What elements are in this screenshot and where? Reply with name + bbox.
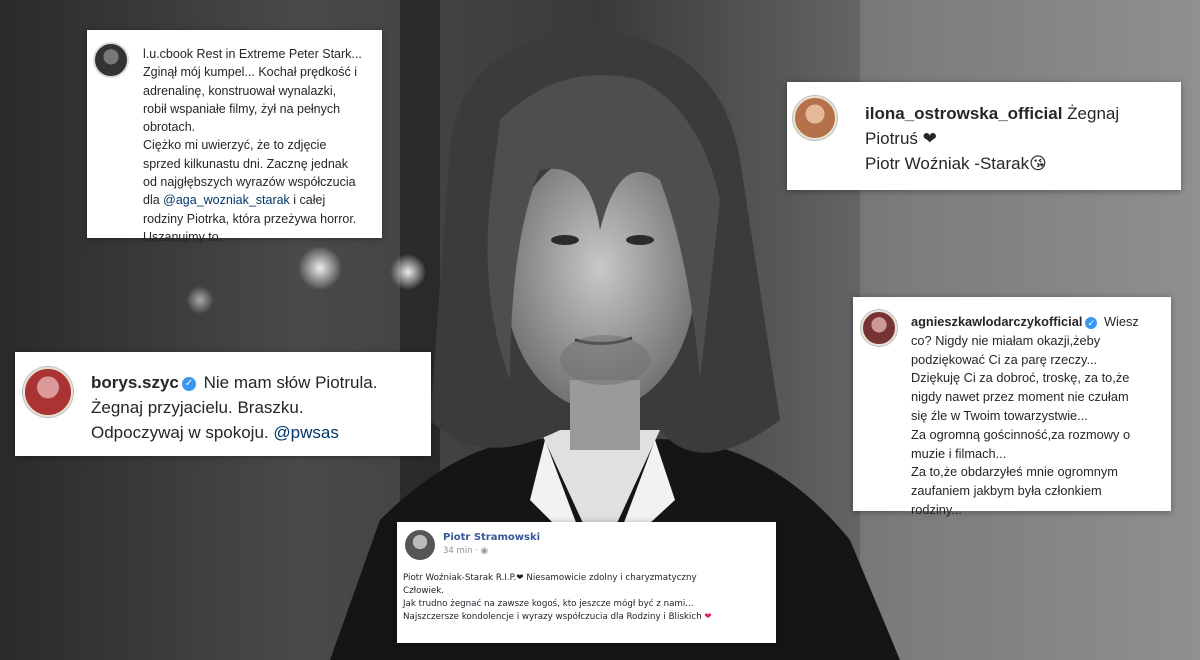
post-text: Piotr Woźniak-Starak R.I.P. [403, 573, 517, 583]
mention-link[interactable]: @aga_wozniak_starak [163, 193, 290, 207]
comment-line: co? Nigdy nie miałam okazji,żeby [911, 332, 1101, 348]
username-borys[interactable]: borys.szyc [91, 373, 179, 392]
instagram-comment-lucbook: l.u.cbook Rest in Extreme Peter Stark...… [87, 30, 382, 244]
comment-line: Żegnaj przyjacielu. Braszku. [91, 398, 304, 417]
avatar-piotr[interactable] [405, 530, 435, 560]
caption-line: Ciężko mi uwierzyć, że to zdjęcie [143, 138, 327, 153]
caption-line: Zginął mój kumpel... Kochał prędkość i [143, 65, 357, 80]
comment-text: Wiesz [1100, 314, 1139, 329]
mention-link[interactable]: @pwsas [273, 423, 338, 442]
post-line: Jak trudno żegnać na zawsze kogoś, kto j… [403, 599, 694, 609]
comment-text: Żegnaj [1062, 104, 1120, 123]
avatar-ilona[interactable] [793, 96, 837, 140]
comment-text: Piotr Woźniak -Starak [865, 154, 1030, 173]
instagram-comment-borys: borys.szyc ✓ Nie mam słów Piotrula. Żegna… [15, 352, 431, 456]
comment-line: nigdy nawet przez moment nie czułam [911, 389, 1129, 405]
instagram-comment-ilona: ilona_ostrowska_official Żegnaj Piotruś … [787, 82, 1181, 190]
caption-line: sprzed kilkunastu dni. Zacznę jednak [143, 156, 348, 171]
kiss-emoji-icon: 😘 [1029, 154, 1047, 173]
verified-badge-icon: ✓ [1085, 316, 1098, 329]
comment-line: podziękować Ci za parę rzeczy... [911, 351, 1098, 367]
globe-icon: ◉ [480, 546, 489, 556]
avatar-lucbook[interactable] [93, 42, 129, 78]
black-heart-icon: ❤ [516, 573, 524, 583]
caption-prefix: dla [143, 193, 164, 208]
caption-suffix: i całej [289, 193, 326, 208]
caption-line: rodziny Piotrka, która przeżywa horror. [143, 211, 357, 226]
facebook-post-piotr: Piotr Stramowski 34 min · ◉ Piotr Woźnia… [397, 522, 776, 643]
comment-line: Dziękuję Ci za dobroć, troskę, za to,że [911, 370, 1130, 386]
caption-line: adrenalinę, konstruował wynalazki, [143, 83, 337, 98]
post-text: Najszczersze kondolencje i wyrazy współc… [403, 612, 705, 622]
post-text: Niesamowicie zdolny i charyzmatyczny [523, 573, 697, 583]
post-time[interactable]: 34 min [443, 546, 473, 556]
meta-separator: · [475, 546, 478, 556]
comment-line: muzie i filmach... [911, 445, 1007, 461]
caption-line: obrotach. [143, 120, 196, 135]
avatar-agnieszka[interactable] [861, 310, 897, 346]
comment-text: Piotruś [865, 129, 923, 148]
verified-badge-icon: ✓ [181, 376, 196, 391]
comment-line: Za ogromną gościnność,za rozmowy o [911, 426, 1131, 442]
caption-line: robił wspaniałe filmy, żył na pełnych [143, 101, 341, 116]
post-line: Człowiek. [403, 586, 445, 596]
instagram-comment-agnieszka: agnieszkawlodarczykofficial ✓ Wiesz co? N… [853, 297, 1171, 517]
username-agnieszka[interactable]: agnieszkawlodarczykofficial [911, 314, 1082, 329]
caption-line: Uszanujmy to. [143, 229, 223, 244]
avatar-borys[interactable] [23, 367, 73, 417]
facebook-author-name[interactable]: Piotr Stramowski [443, 532, 540, 543]
red-heart-icon: ❤ [704, 612, 712, 622]
black-heart-icon: ❤ [922, 129, 937, 148]
caption-line: od najgłębszych wyrazów współczucia [143, 175, 356, 190]
comment-line: zaufaniem jakbym była członkiem [911, 483, 1102, 499]
comment-line: się źle w Twoim towarzystwie... [911, 407, 1088, 423]
username-lucbook[interactable]: l.u.cbook [143, 47, 193, 61]
comment-text: Odpoczywaj w spokoju. [91, 423, 274, 442]
comment-text: Nie mam słów Piotrula. [198, 373, 378, 392]
username-ilona[interactable]: ilona_ostrowska_official [865, 104, 1062, 123]
comment-line: Za to,że obdarzyłeś mnie ogromnym [911, 464, 1118, 480]
caption-start: Rest in Extreme Peter Stark... [193, 47, 362, 61]
comment-line: rodziny... [911, 501, 962, 517]
